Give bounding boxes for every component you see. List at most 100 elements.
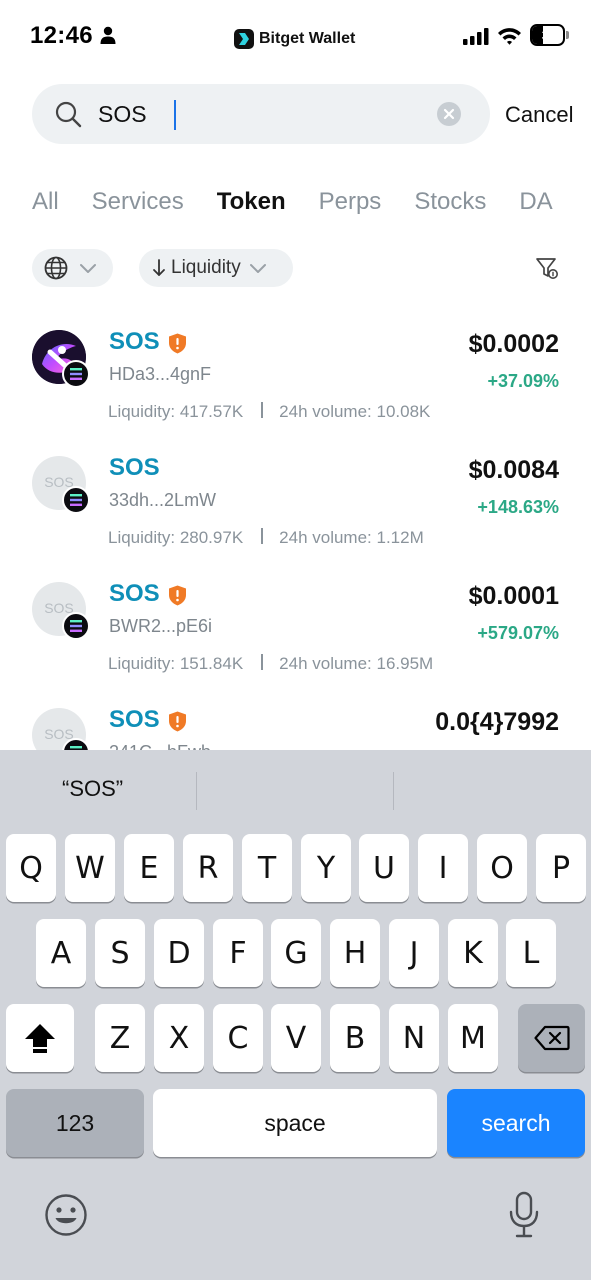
microphone-icon[interactable] xyxy=(508,1191,540,1239)
person-icon xyxy=(100,26,116,44)
cellular-signal-icon xyxy=(463,28,489,45)
token-change: +148.63% xyxy=(477,497,559,517)
token-volume: 24h volume: 1.12M xyxy=(279,528,424,547)
solana-chain-icon xyxy=(62,612,90,640)
key-s[interactable]: S xyxy=(95,919,145,987)
chevron-down-icon xyxy=(80,264,96,273)
shield-warning-icon xyxy=(169,711,186,732)
wifi-icon xyxy=(498,28,521,45)
on-screen-keyboard: “SOS” Q W E R T Y U I O P A S D F G H J … xyxy=(0,750,591,1280)
token-volume: 24h volume: 10.08K xyxy=(279,402,431,421)
key-n[interactable]: N xyxy=(389,1004,439,1072)
key-m[interactable]: M xyxy=(448,1004,498,1072)
app-name: Bitget Wallet xyxy=(259,30,356,47)
key-i[interactable]: I xyxy=(418,834,468,902)
key-v[interactable]: V xyxy=(271,1004,321,1072)
status-bar: 12:46 Bitget Wallet 37 xyxy=(0,0,591,72)
token-change: +37.09% xyxy=(487,371,559,391)
token-price: $0.0001 xyxy=(468,582,559,610)
token-stats: Liquidity: 151.84K 24h volume: 16.95M xyxy=(108,654,433,674)
key-w[interactable]: W xyxy=(65,834,115,902)
key-x[interactable]: X xyxy=(154,1004,204,1072)
key-o[interactable]: O xyxy=(477,834,527,902)
token-price: $0.0084 xyxy=(468,456,559,484)
token-address: 241C...hFwb xyxy=(109,742,211,750)
status-time: 12:46 xyxy=(30,22,93,49)
network-filter-button[interactable] xyxy=(32,249,113,287)
emoji-icon[interactable] xyxy=(44,1193,88,1237)
tab-services[interactable]: Services xyxy=(92,188,184,216)
token-list: SOS HDa3...4gnF $0.0002 +37.09% Liquidit… xyxy=(0,320,591,750)
key-f[interactable]: F xyxy=(213,919,263,987)
key-e[interactable]: E xyxy=(124,834,174,902)
search-bar[interactable] xyxy=(32,84,490,144)
key-d[interactable]: D xyxy=(154,919,204,987)
token-row[interactable]: SOS SOS BWR2...pE6i $0.0001 +579.07% Liq… xyxy=(0,572,591,698)
key-c[interactable]: C xyxy=(213,1004,263,1072)
globe-icon xyxy=(44,256,68,280)
token-row[interactable]: SOS HDa3...4gnF $0.0002 +37.09% Liquidit… xyxy=(0,320,591,446)
token-volume: 24h volume: 16.95M xyxy=(279,654,434,673)
shift-key[interactable] xyxy=(6,1004,74,1072)
token-stats: Liquidity: 417.57K 24h volume: 10.08K xyxy=(108,402,430,422)
space-key[interactable]: space xyxy=(153,1089,437,1157)
shield-warning-icon xyxy=(169,585,186,606)
sort-label: Liquidity xyxy=(171,257,241,278)
solana-chain-icon xyxy=(62,360,90,388)
token-liquidity: Liquidity: 280.97K xyxy=(108,528,244,547)
tab-token[interactable]: Token xyxy=(217,188,286,216)
token-name: SOS xyxy=(109,706,160,733)
key-q[interactable]: Q xyxy=(6,834,56,902)
key-u[interactable]: U xyxy=(359,834,409,902)
shield-warning-icon xyxy=(169,333,186,354)
key-j[interactable]: J xyxy=(389,919,439,987)
battery-indicator: 37 xyxy=(530,24,570,46)
token-change: +579.07% xyxy=(477,623,559,643)
token-row[interactable]: SOS SOS 33dh...2LmW $0.0084 +148.63% Liq… xyxy=(0,446,591,572)
keyboard-suggestion[interactable]: “SOS” xyxy=(62,776,123,802)
token-name: SOS xyxy=(109,454,160,481)
text-caret xyxy=(174,100,176,130)
key-b[interactable]: B xyxy=(330,1004,380,1072)
cancel-button[interactable]: Cancel xyxy=(505,102,573,128)
key-g[interactable]: G xyxy=(271,919,321,987)
clear-search-icon[interactable] xyxy=(436,101,462,127)
token-name: SOS xyxy=(109,580,160,607)
tab-all[interactable]: All xyxy=(32,188,59,216)
token-address: 33dh...2LmW xyxy=(109,490,217,510)
tab-dapps[interactable]: DA xyxy=(519,188,552,216)
search-input[interactable] xyxy=(98,96,418,132)
key-y[interactable]: Y xyxy=(301,834,351,902)
shift-icon xyxy=(25,1024,55,1053)
search-icon xyxy=(55,101,82,128)
token-row[interactable]: SOS SOS 241C...hFwb 0.0{4}7992 xyxy=(0,698,591,750)
battery-percentage: 37 xyxy=(541,27,558,43)
key-t[interactable]: T xyxy=(242,834,292,902)
app-badge: Bitget Wallet xyxy=(234,28,355,50)
key-a[interactable]: A xyxy=(36,919,86,987)
key-k[interactable]: K xyxy=(448,919,498,987)
token-liquidity: Liquidity: 151.84K xyxy=(108,654,244,673)
key-p[interactable]: P xyxy=(536,834,586,902)
tab-stocks[interactable]: Stocks xyxy=(414,188,486,216)
backspace-icon xyxy=(533,1025,570,1051)
token-price: $0.0002 xyxy=(468,330,559,358)
bitget-logo-icon xyxy=(234,29,254,49)
key-l[interactable]: L xyxy=(506,919,556,987)
token-price: 0.0{4}7992 xyxy=(435,708,559,736)
key-h[interactable]: H xyxy=(330,919,380,987)
chevron-down-icon xyxy=(249,264,266,273)
category-tabs: All Services Token Perps Stocks DA xyxy=(32,188,586,216)
filter-icon[interactable] xyxy=(535,256,559,280)
token-name: SOS xyxy=(109,328,160,355)
numbers-key[interactable]: 123 xyxy=(6,1089,144,1157)
search-key[interactable]: search xyxy=(447,1089,585,1157)
key-r[interactable]: R xyxy=(183,834,233,902)
token-address: BWR2...pE6i xyxy=(109,616,213,636)
backspace-key[interactable] xyxy=(518,1004,585,1072)
tab-perps[interactable]: Perps xyxy=(319,188,382,216)
sort-liquidity-button[interactable]: Liquidity xyxy=(139,249,293,287)
solana-chain-icon xyxy=(62,486,90,514)
key-z[interactable]: Z xyxy=(95,1004,145,1072)
token-stats: Liquidity: 280.97K 24h volume: 1.12M xyxy=(108,528,424,548)
